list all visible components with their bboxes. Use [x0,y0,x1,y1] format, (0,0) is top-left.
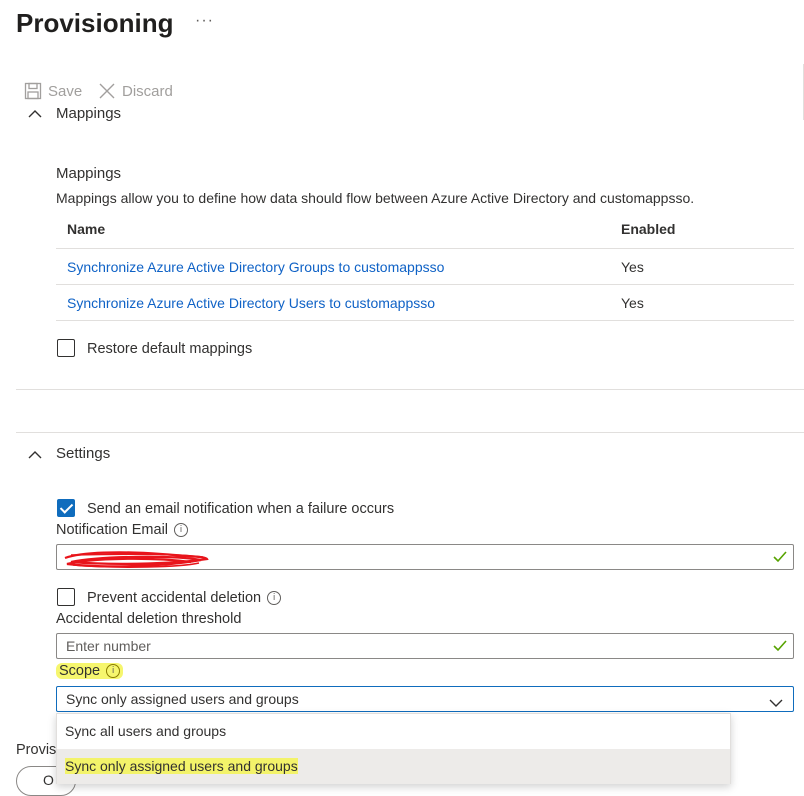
notification-email-label-row: Notification Email i [56,522,189,538]
discard-button[interactable]: Discard [98,82,173,100]
section-divider [16,389,804,390]
scope-selected-value: Sync only assigned users and groups [66,691,299,707]
mapping-enabled-groups: Yes [621,259,644,275]
table-divider [56,320,794,321]
close-icon [98,82,116,100]
settings-section-title: Settings [56,445,111,462]
scope-select[interactable]: Sync only assigned users and groups [56,686,794,712]
column-header-enabled: Enabled [621,221,676,237]
provisioning-status-label: Provisi [16,742,60,758]
scope-option-label: Sync only assigned users and groups [65,758,298,774]
prevent-deletion-checkbox[interactable] [57,588,75,606]
scope-option-label: Sync all users and groups [65,723,227,739]
threshold-placeholder: Enter number [66,638,151,654]
save-button[interactable]: Save [24,82,82,100]
threshold-input[interactable]: Enter number [56,633,794,659]
threshold-label: Accidental deletion threshold [56,611,242,627]
restore-default-checkbox[interactable] [57,339,75,357]
table-divider [56,248,794,249]
discard-label: Discard [122,82,173,100]
mappings-description: Mappings allow you to define how data sh… [56,190,695,206]
scope-dropdown-list: Sync all users and groups Sync only assi… [56,713,731,784]
info-icon[interactable]: i [174,523,189,538]
scope-label-row: Scope i [56,663,124,679]
notification-email-input[interactable] [56,544,794,570]
valid-check-icon [773,639,787,655]
prevent-deletion-label-row: Prevent accidental deletion i [87,590,282,606]
mapping-link-groups[interactable]: Synchronize Azure Active Directory Group… [67,259,444,275]
chevron-down-icon [769,695,783,711]
prevent-deletion-label: Prevent accidental deletion [87,590,262,606]
save-label: Save [48,82,83,100]
scope-option-all[interactable]: Sync all users and groups [57,714,730,749]
mapping-enabled-users: Yes [621,295,644,311]
section-divider [16,432,804,433]
chevron-up-icon [28,447,42,463]
mappings-section-title: Mappings [56,105,122,122]
table-divider [56,284,794,285]
redaction-scribble [61,548,211,573]
restore-default-label: Restore default mappings [87,341,253,357]
mappings-title: Mappings [56,165,122,182]
email-notification-checkbox[interactable] [57,499,75,517]
page-title: Provisioning [16,8,174,38]
more-options-icon[interactable]: ··· [195,12,214,30]
info-icon[interactable]: i [267,591,282,606]
chevron-up-icon [28,106,42,122]
email-notification-label: Send an email notification when a failur… [87,501,395,517]
scope-label: Scope [59,663,101,679]
info-icon[interactable]: i [106,664,121,679]
notification-email-label: Notification Email [56,522,169,538]
toggle-label: O [43,772,54,788]
save-icon [24,82,42,100]
column-header-name: Name [67,221,106,237]
mapping-link-users[interactable]: Synchronize Azure Active Directory Users… [67,295,435,311]
settings-section-header[interactable]: Settings [0,443,804,465]
scope-option-assigned[interactable]: Sync only assigned users and groups [57,749,730,784]
mappings-section-header[interactable]: Mappings [0,104,804,122]
valid-check-icon [773,550,787,566]
